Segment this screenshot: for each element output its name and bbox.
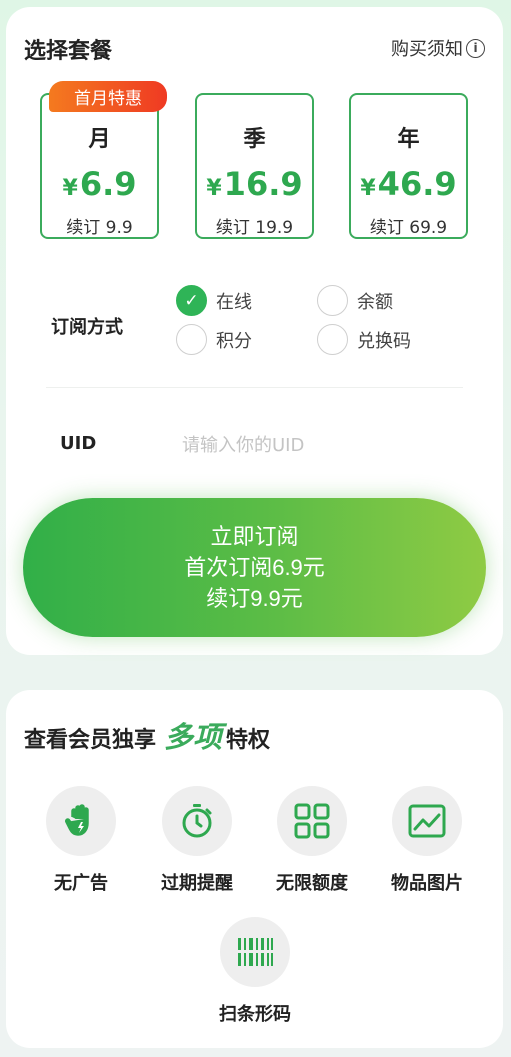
subscription-method-label: 订阅方式 xyxy=(51,317,123,338)
privileges-card: 查看会员独享 多项 特权 无广告 过期提醒 无限额度 物品图片 扫条形码 xyxy=(6,690,503,1048)
subscribe-button-title: 立即订阅 xyxy=(210,524,299,549)
uid-label: UID xyxy=(60,433,97,454)
radio-circle-icon xyxy=(176,324,207,355)
barcode-scan-icon xyxy=(220,917,290,987)
privilege-item-unlimited-quota[interactable]: 无限额度 xyxy=(257,786,367,895)
privilege-label: 物品图片 xyxy=(391,873,463,894)
plan-price: ¥16.9 xyxy=(197,165,312,203)
privilege-item-barcode-scan[interactable]: 扫条形码 xyxy=(200,917,310,1026)
plan-option-year[interactable]: 年 ¥46.9 续订 69.9 xyxy=(349,93,468,239)
grid-icon xyxy=(277,786,347,856)
payment-option-balance[interactable]: 余额 xyxy=(317,285,393,316)
option-label: 在线 xyxy=(216,291,252,313)
plan-name: 月 xyxy=(88,127,111,152)
section-title: 选择套餐 xyxy=(24,39,113,64)
payment-option-redeem-code[interactable]: 兑换码 xyxy=(317,324,411,355)
privileges-title-prefix: 查看会员独享 xyxy=(24,728,157,753)
info-icon: i xyxy=(466,38,485,58)
currency-symbol: ¥ xyxy=(206,176,222,201)
option-label: 余额 xyxy=(357,291,393,313)
privilege-label: 过期提醒 xyxy=(161,873,233,894)
privileges-title-suffix: 特权 xyxy=(226,728,271,753)
plan-renew-price: 续订 9.9 xyxy=(66,218,133,238)
privilege-label: 无限额度 xyxy=(276,873,348,894)
purchase-notice-link[interactable]: 购买须知 i xyxy=(391,35,485,61)
radio-circle-icon xyxy=(317,285,348,316)
privilege-item-item-pictures[interactable]: 物品图片 xyxy=(372,786,482,895)
uid-input[interactable] xyxy=(182,427,462,463)
first-month-discount-badge: 首月特惠 xyxy=(49,81,167,112)
plan-price: ¥46.9 xyxy=(351,165,466,203)
subscribe-button-renew-price: 续订9.9元 xyxy=(206,586,303,611)
price-value: 46.9 xyxy=(377,165,457,203)
subscribe-button[interactable]: 立即订阅 首次订阅6.9元 续订9.9元 xyxy=(23,498,486,637)
plan-option-month[interactable]: 月 ¥6.9 续订 9.9 xyxy=(40,93,159,239)
subscribe-button-first-price: 首次订阅6.9元 xyxy=(184,555,325,580)
privilege-label: 无广告 xyxy=(54,873,108,894)
price-value: 6.9 xyxy=(79,165,137,203)
privileges-title: 查看会员独享 多项 特权 xyxy=(24,714,270,756)
option-label: 兑换码 xyxy=(357,330,411,352)
stopwatch-icon xyxy=(162,786,232,856)
plan-renew-price: 续订 19.9 xyxy=(215,218,294,238)
privilege-label: 扫条形码 xyxy=(219,1004,291,1025)
plan-price: ¥6.9 xyxy=(42,165,157,203)
hand-stop-icon xyxy=(46,786,116,856)
privilege-item-expiry-reminder[interactable]: 过期提醒 xyxy=(142,786,252,895)
divider xyxy=(46,387,463,388)
payment-option-online[interactable]: ✓ 在线 xyxy=(176,285,252,316)
plan-name: 季 xyxy=(243,127,266,152)
price-value: 16.9 xyxy=(223,165,303,203)
payment-option-points[interactable]: 积分 xyxy=(176,324,252,355)
currency-symbol: ¥ xyxy=(62,176,78,201)
currency-symbol: ¥ xyxy=(360,176,376,201)
plan-name: 年 xyxy=(397,127,420,152)
privileges-title-emphasis: 多项 xyxy=(164,720,223,754)
purchase-notice-label: 购买须知 xyxy=(391,39,463,60)
image-chart-icon xyxy=(392,786,462,856)
privilege-item-no-ads[interactable]: 无广告 xyxy=(26,786,136,895)
check-icon: ✓ xyxy=(176,285,207,316)
option-label: 积分 xyxy=(216,330,252,352)
plan-renew-price: 续订 69.9 xyxy=(369,218,448,238)
plan-option-quarter[interactable]: 季 ¥16.9 续订 19.9 xyxy=(195,93,314,239)
radio-circle-icon xyxy=(317,324,348,355)
plan-card: 选择套餐 购买须知 i 首月特惠 月 ¥6.9 续订 9.9 季 ¥16.9 续… xyxy=(6,7,503,655)
